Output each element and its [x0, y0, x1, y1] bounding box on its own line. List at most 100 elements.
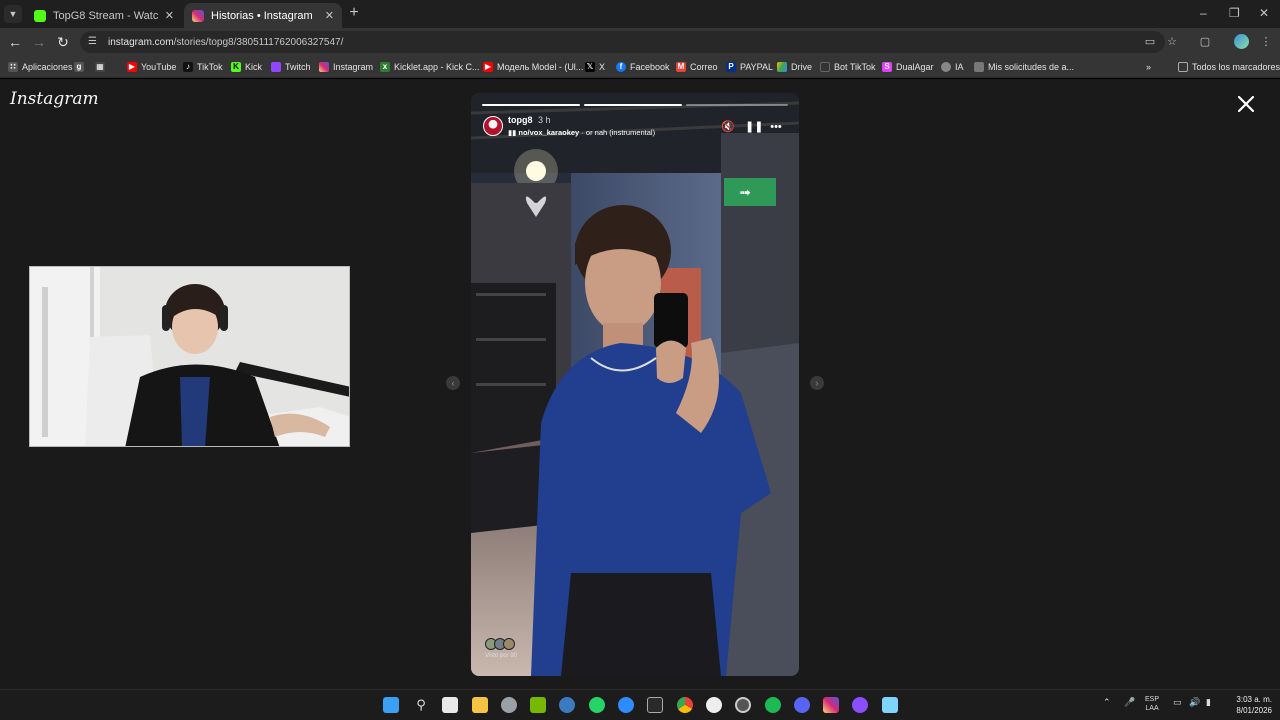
url-text: instagram.com/stories/topg8/380511176200…: [108, 36, 344, 48]
bookmark-label: Aplicaciones: [22, 62, 73, 72]
bookmark-twitch[interactable]: Twitch: [271, 60, 311, 74]
cast-icon[interactable]: ▭: [1143, 35, 1157, 49]
restore-icon[interactable]: ❐: [1229, 6, 1240, 20]
bookmark-label: TikTok: [197, 62, 223, 72]
bookmark-kicklet[interactable]: x Kicklet.app - Kick C...: [380, 60, 480, 74]
story-progress-segment-1: [482, 104, 580, 106]
clock-app-icon[interactable]: [706, 697, 722, 713]
zoom-meeting-icon[interactable]: [618, 697, 634, 713]
battery-icon[interactable]: ▮: [1206, 697, 1211, 708]
story-viewers[interactable]: Visto por 90: [485, 638, 517, 659]
kicklet-icon: x: [380, 62, 390, 72]
bookmark-x[interactable]: 𝕏 X: [585, 60, 605, 74]
whatsapp-icon[interactable]: [589, 697, 605, 713]
bookmark-model-youtube[interactable]: ▶ Модель Model - (Ul...: [483, 60, 583, 74]
story-username[interactable]: topg8: [508, 115, 533, 125]
recording-app-icon[interactable]: [735, 697, 751, 713]
notepad-icon[interactable]: [882, 697, 898, 713]
keyboard-layout: LAA: [1145, 705, 1159, 712]
bookmark-paypal[interactable]: P PAYPAL: [726, 60, 773, 74]
story-progress-segment-3: [686, 104, 788, 106]
volume-icon[interactable]: 🔊: [1189, 697, 1200, 708]
bookmark-tiktok[interactable]: ♪ TikTok: [183, 60, 223, 74]
tab-kick-stream[interactable]: TopG8 Stream - Watch Live on ✕: [26, 3, 182, 28]
chrome-icon[interactable]: [677, 697, 693, 713]
forward-arrow-icon[interactable]: →: [30, 33, 48, 51]
webcam-overlay: [29, 266, 350, 447]
network-icon[interactable]: ▭: [1173, 697, 1182, 708]
previous-story-arrow-icon[interactable]: ‹: [446, 376, 460, 390]
bookmark-bot-tiktok[interactable]: Bot TikTok: [820, 60, 876, 74]
instagram-icon[interactable]: [823, 697, 839, 713]
bookmark-facebook[interactable]: f Facebook: [616, 60, 670, 74]
menu-kebab-icon[interactable]: ⋮: [1259, 35, 1273, 49]
discord-icon[interactable]: [794, 697, 810, 713]
bookmark-ia[interactable]: IA: [941, 60, 964, 74]
bookmark-star-icon[interactable]: ☆: [1165, 35, 1179, 49]
bookmark-aplicaciones[interactable]: ∷ Aplicaciones: [8, 60, 73, 74]
story-avatar[interactable]: [483, 116, 503, 136]
window-close-icon[interactable]: ✕: [1259, 6, 1269, 20]
reload-icon[interactable]: ↻: [54, 33, 72, 51]
facebook-icon: f: [616, 62, 626, 72]
new-tab-button[interactable]: +: [346, 5, 362, 21]
gmail-icon: M: [676, 62, 686, 72]
windows-start-icon[interactable]: [383, 697, 399, 713]
language-indicator[interactable]: ESP LAA: [1145, 695, 1159, 713]
kick-icon: K: [231, 62, 241, 72]
bookmark-correo[interactable]: M Correo: [676, 60, 718, 74]
bookmark-grid[interactable]: ▦: [95, 60, 105, 74]
epic-games-icon[interactable]: [647, 697, 663, 713]
bookmark-instagram[interactable]: Instagram: [319, 60, 373, 74]
muted-speaker-icon[interactable]: 🔇: [721, 120, 735, 134]
close-tab-icon[interactable]: ✕: [325, 9, 334, 22]
spotify-icon[interactable]: [765, 697, 781, 713]
viewer-avatar: [503, 638, 515, 650]
bookmark-mis-solicitudes[interactable]: Mis solicitudes de a...: [974, 60, 1074, 74]
chevron-double-right-icon: »: [1146, 62, 1152, 72]
app-hex-icon[interactable]: [501, 697, 517, 713]
next-story-arrow-icon[interactable]: ›: [810, 376, 824, 390]
bookmark-label: Kick: [245, 62, 263, 72]
clock-time: 3:03 a. m.: [1236, 695, 1272, 704]
webcam-person-image: [30, 267, 349, 446]
file-explorer-icon[interactable]: [472, 697, 488, 713]
address-bar[interactable]: ☰ instagram.com/stories/topg8/3805111762…: [80, 31, 1165, 53]
bookmark-g[interactable]: g: [74, 60, 84, 74]
bookmark-youtube[interactable]: ▶ YouTube: [127, 60, 176, 74]
show-hidden-icons-chevron-icon[interactable]: ⌃: [1103, 697, 1111, 708]
story-viewer[interactable]: ➟ topg8 3 h ▮▮ no/vox_karaokey · or nah …: [471, 93, 799, 676]
story-music[interactable]: ▮▮ no/vox_karaokey · or nah (instrumenta…: [508, 128, 655, 137]
minimize-icon[interactable]: –: [1200, 6, 1207, 20]
steam-icon[interactable]: [559, 697, 575, 713]
song-detail: · or nah (instrumental): [579, 128, 656, 137]
instagram-stories-page: Instagram ‹ › ➟ topg8 3 h ▮▮ no/vox_kara…: [0, 79, 1280, 689]
tab-instagram-stories[interactable]: Historias • Instagram ✕: [184, 3, 342, 28]
calculator-icon[interactable]: [442, 697, 458, 713]
dualagar-icon: S: [882, 62, 892, 72]
search-icon[interactable]: ⚲: [413, 697, 429, 713]
instagram-logo[interactable]: Instagram: [10, 89, 99, 109]
site-info-icon[interactable]: ☰: [88, 36, 100, 48]
pause-icon[interactable]: ❚❚: [745, 120, 763, 134]
more-options-icon[interactable]: •••: [767, 120, 785, 134]
globe-icon: [941, 62, 951, 72]
bookmarks-overflow-button[interactable]: »: [1146, 60, 1151, 74]
profile-avatar[interactable]: [1234, 34, 1249, 49]
tab-search-button[interactable]: ▼: [4, 5, 22, 23]
all-bookmarks-folder[interactable]: Todos los marcadores: [1178, 60, 1280, 74]
bookmark-label: Mis solicitudes de a...: [988, 62, 1075, 72]
extensions-icon[interactable]: ▢: [1198, 35, 1212, 49]
nvidia-icon[interactable]: [530, 697, 546, 713]
circle-app-icon[interactable]: [852, 697, 868, 713]
system-clock[interactable]: 3:03 a. m. 8/01/2026: [1226, 694, 1272, 716]
bookmark-kick[interactable]: K Kick: [231, 60, 262, 74]
bookmark-dualagar[interactable]: S DualAgar: [882, 60, 934, 74]
bookmark-drive[interactable]: Drive: [777, 60, 812, 74]
kick-favicon-icon: [34, 9, 46, 22]
microphone-icon[interactable]: 🎤: [1124, 697, 1135, 708]
instagram-favicon-icon: [192, 9, 204, 22]
close-tab-icon[interactable]: ✕: [165, 9, 174, 22]
close-stories-icon[interactable]: [1236, 94, 1256, 114]
back-arrow-icon[interactable]: ←: [6, 33, 24, 51]
